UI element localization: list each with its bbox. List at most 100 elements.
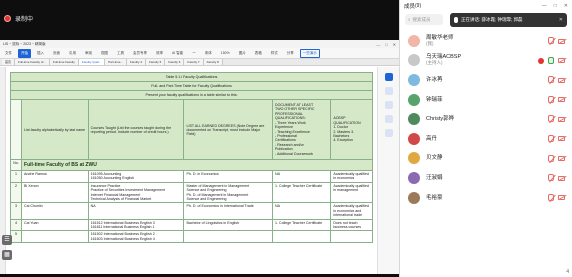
- member-row[interactable]: 毛裕豪: [400, 188, 572, 208]
- camera-off-icon[interactable]: [558, 77, 565, 83]
- table-row: 4 Cai Yuan 161512 International Business E…: [9, 218, 373, 232]
- toolbar-item[interactable]: 插入: [34, 49, 47, 58]
- mic-muted-icon[interactable]: [548, 95, 554, 103]
- toolbar-outline-button[interactable]: 一些演示: [299, 48, 320, 58]
- member-name: 贝文静: [426, 155, 443, 162]
- mic-icon[interactable]: [548, 56, 554, 64]
- toolbar-item[interactable]: 样式: [268, 49, 281, 58]
- member-icons: [548, 37, 565, 44]
- close-icon[interactable]: ✕: [393, 42, 396, 47]
- close-icon[interactable]: ✕: [564, 3, 568, 9]
- avatar: [408, 132, 420, 145]
- member-name: 乌天瑞ACBSP (主持人): [426, 54, 462, 66]
- window-controls: — □ ✕: [376, 42, 396, 47]
- document-window: LIS ~ 鼠标 ~ 2023 ~ 精简版 — □ ✕ 文件 开始 插入 页面 引用 审阅…: [0, 40, 399, 274]
- toolbar-item[interactable]: 分享: [284, 49, 297, 58]
- table-title: Table 5.1.i Faculty Qualifications: [10, 72, 373, 82]
- toolbar-item[interactable]: 工具: [114, 49, 127, 58]
- menu-icon[interactable]: ☰: [2, 235, 12, 245]
- ai-assistant-icon[interactable]: [384, 73, 393, 81]
- toolbar-item[interactable]: 150%: [218, 49, 233, 57]
- camera-off-icon[interactable]: [558, 175, 565, 181]
- doc-tab[interactable]: 首页: [2, 59, 16, 65]
- search-icon: ⌕: [408, 17, 411, 22]
- camera-off-icon[interactable]: [558, 97, 565, 103]
- mic-muted-icon[interactable]: [548, 134, 554, 142]
- camera-off-icon[interactable]: [558, 116, 565, 122]
- mic-muted-icon[interactable]: [548, 76, 554, 84]
- mic-muted-icon[interactable]: [548, 115, 554, 123]
- camera-off-icon[interactable]: [558, 156, 565, 162]
- camera-off-icon[interactable]: [558, 58, 565, 64]
- table-row: 3 Cai Chunlin NA Ph. D. of Economics in Int…: [9, 202, 373, 220]
- toolbar-item[interactable]: 效率: [153, 49, 166, 58]
- maximize-icon[interactable]: □: [385, 42, 387, 47]
- camera-off-icon[interactable]: [558, 136, 565, 142]
- member-row[interactable]: 周敏华老师 (我): [400, 31, 572, 51]
- toolbar-item[interactable]: 页面: [50, 49, 63, 58]
- table-row: 5 161502 International Business English 2…: [9, 230, 373, 244]
- doc-tab[interactable]: Full-time Faculty of...: [15, 59, 50, 65]
- doc-tab[interactable]: Faculty 7: [184, 59, 204, 65]
- cell-courses: 161512 International Business English 31…: [87, 218, 185, 232]
- toolbar-item[interactable]: 文件: [2, 49, 15, 58]
- cell-name: Cai Yuan: [21, 218, 89, 232]
- share-icon[interactable]: [384, 129, 393, 137]
- doc-toolbar: 文件 开始 插入 页面 引用 审阅 视图 工具 会员专享 效率 AI 智能一宋体 150% 图片 表格 样式…: [0, 48, 399, 59]
- camera-off-icon[interactable]: [558, 195, 565, 201]
- member-row[interactable]: 贝文静: [400, 149, 572, 169]
- mic-muted-icon[interactable]: [548, 37, 554, 44]
- doc-tab[interactable]: Part-time...: [105, 59, 127, 65]
- acbsp-line: in economics: [333, 176, 355, 181]
- toolbar-item[interactable]: 开始: [18, 48, 31, 58]
- minimize-icon[interactable]: —: [542, 3, 547, 9]
- member-icons: [548, 134, 565, 142]
- cell-document: NA: [271, 202, 332, 220]
- member-role: (我): [426, 40, 434, 46]
- recording-icon[interactable]: [538, 57, 544, 64]
- course-line: 161050 Accounting English: [90, 176, 135, 181]
- member-row[interactable]: 许冰苒: [400, 70, 572, 90]
- member-row[interactable]: 钟瑞菲: [400, 90, 572, 110]
- close-banner-icon[interactable]: ✕: [559, 17, 563, 23]
- doc-tab[interactable]: Faculty 8: [203, 59, 223, 65]
- toolbar-item[interactable]: 会员专享: [130, 49, 150, 58]
- member-name: 钟瑞菲: [426, 96, 443, 103]
- toolbar-item[interactable]: 表格: [252, 49, 265, 58]
- minimize-icon[interactable]: —: [376, 42, 380, 47]
- toolbar-item[interactable]: AI 智能: [169, 49, 186, 58]
- doc-tab[interactable]: Faculty Qual...: [78, 59, 106, 65]
- mic-muted-icon[interactable]: [548, 174, 554, 182]
- panel-header: 成员 (9) — □ ✕: [400, 0, 572, 11]
- cell-no: 3: [9, 202, 23, 220]
- mic-muted-icon[interactable]: [548, 193, 554, 201]
- cell-degrees: [183, 230, 273, 244]
- navigate-icon[interactable]: [384, 115, 393, 123]
- toolbar-item[interactable]: 引用: [66, 49, 79, 58]
- recording-indicator[interactable]: 录制中: [4, 14, 33, 23]
- cell-degrees: Master of Management in Management Scienc…: [183, 181, 273, 204]
- course-line: Technical Analysis of Financial Market: [90, 197, 152, 202]
- maximize-icon[interactable]: □: [554, 3, 557, 9]
- doc-tab[interactable]: Full-time Faculty: [49, 59, 79, 65]
- doc-tab[interactable]: Faculty 6: [165, 59, 185, 65]
- camera-off-icon[interactable]: [558, 38, 565, 44]
- col-courses-header: Courses Taught (List the courses taught …: [87, 99, 185, 160]
- doc-tab[interactable]: Faculty 4: [126, 59, 147, 65]
- toolbar-item[interactable]: 宋体: [202, 49, 215, 58]
- member-row[interactable]: Christy郭晔: [400, 109, 572, 129]
- toolbar-item[interactable]: 图片: [236, 49, 249, 58]
- layout-icon[interactable]: ▦: [2, 250, 12, 260]
- member-row[interactable]: 乌天瑞ACBSP (主持人): [400, 51, 572, 71]
- format-icon[interactable]: [384, 101, 393, 109]
- member-row[interactable]: 汪淑娟: [400, 168, 572, 188]
- comment-icon[interactable]: [384, 87, 393, 95]
- toolbar-item[interactable]: 一: [189, 49, 199, 58]
- cell-no: 1: [9, 170, 23, 183]
- member-search[interactable]: ⌕ 搜索成员: [405, 14, 443, 25]
- mic-muted-icon[interactable]: [548, 154, 554, 162]
- toolbar-item[interactable]: 审阅: [82, 49, 95, 58]
- doc-tab[interactable]: Faculty 5: [146, 59, 166, 65]
- member-row[interactable]: 高丹: [400, 129, 572, 149]
- toolbar-item[interactable]: 视图: [98, 49, 111, 58]
